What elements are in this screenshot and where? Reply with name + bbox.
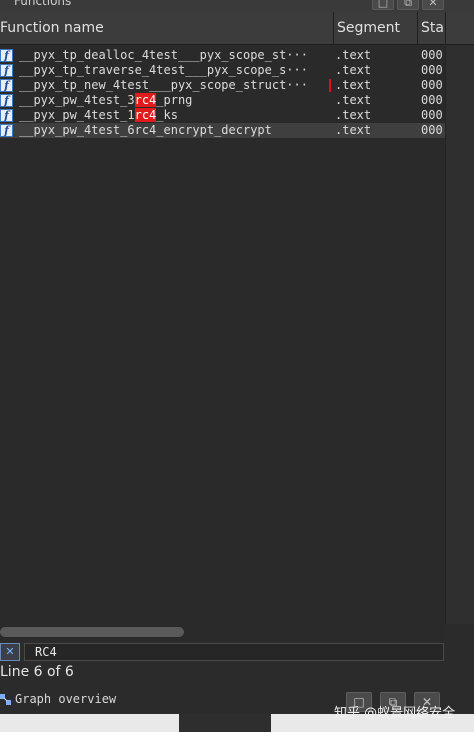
function-name-suffix: _prng [156,93,193,107]
search-input[interactable]: RC4 [24,643,444,661]
table-header: Function name Segment Start [0,12,474,45]
table-row[interactable]: f __pyx_tp_dealloc_4test___pyx_scope_st·… [0,48,445,63]
start-cell: 000 [421,48,443,62]
graph-overview-icon [0,694,11,705]
watermark: 知乎 @蚁景网络安全 [334,706,456,721]
table-row[interactable]: f __pyx_tp_traverse_4test___pyx_scope_s·… [0,63,445,78]
functions-list[interactable]: f __pyx_tp_dealloc_4test___pyx_scope_st·… [0,46,445,624]
window-title: Functions [14,0,72,8]
segment-cell: .text [335,108,372,122]
table-row[interactable]: f __pyx_tp_new_4test___pyx_scope_struct·… [0,78,445,93]
vertical-scrollbar[interactable] [445,46,474,624]
function-name: __pyx_tp_new_4test___pyx_scope_struct··· [19,78,308,92]
start-cell: 000 [421,123,443,137]
function-icon: f [0,94,13,107]
function-name-prefix: __pyx_pw_4test_3 [19,93,135,107]
functions-window-titlebar: Functions □ ⧉ ✕ [0,0,474,12]
column-header-function-name[interactable]: Function name [0,12,330,45]
column-header-segment[interactable]: Segment [337,12,415,45]
table-row[interactable]: f __pyx_pw_4test_1rc4_ks .text 000 [0,108,445,123]
graph-overview-title: Graph overview [15,692,117,706]
search-highlight: rc4 [134,108,157,122]
start-cell: 000 [421,93,443,107]
segment-cell: .text [335,93,372,107]
column-divider[interactable] [333,12,334,45]
function-name: __pyx_pw_4test_3rc4_prng [19,93,329,108]
function-icon: f [0,124,13,137]
function-icon: f [0,109,13,122]
start-cell: 000 [421,63,443,77]
column-divider [445,12,446,45]
horizontal-scrollbar-thumb[interactable] [0,627,184,637]
float-button[interactable]: ⧉ [397,0,419,10]
status-line: Line 6 of 6 [0,664,74,680]
segment-cell: .text [335,48,372,62]
function-name: __pyx_pw_4test_1rc4_ks [19,108,329,123]
function-icon: f [0,49,13,62]
red-marker [329,79,331,92]
start-cell: 000 [421,78,443,92]
column-header-start[interactable]: Start [421,12,445,45]
function-name: __pyx_tp_dealloc_4test___pyx_scope_st··· [19,48,308,62]
function-icon: f [0,79,13,92]
function-name-suffix: _ks [156,108,178,122]
close-button[interactable]: ✕ [422,0,444,10]
function-name: __pyx_tp_traverse_4test___pyx_scope_s··· [19,63,308,77]
function-icon: f [0,64,13,77]
maximize-button[interactable]: □ [372,0,394,10]
table-row-selected[interactable]: f __pyx_pw_4test_6rc4_encrypt_decrypt .t… [0,123,445,138]
segment-cell: .text [335,63,372,77]
segment-cell: .text [335,123,372,137]
column-divider[interactable] [417,12,418,45]
function-name: __pyx_pw_4test_6rc4_encrypt_decrypt [19,123,272,137]
table-row[interactable]: f __pyx_pw_4test_3rc4_prng .text 000 [0,93,445,108]
segment-cell: .text [335,78,372,92]
graph-overview-canvas[interactable] [179,714,271,732]
close-search-button[interactable]: ✕ [0,643,20,661]
search-highlight: rc4 [134,93,157,107]
function-name-prefix: __pyx_pw_4test_1 [19,108,135,122]
start-cell: 000 [421,108,443,122]
